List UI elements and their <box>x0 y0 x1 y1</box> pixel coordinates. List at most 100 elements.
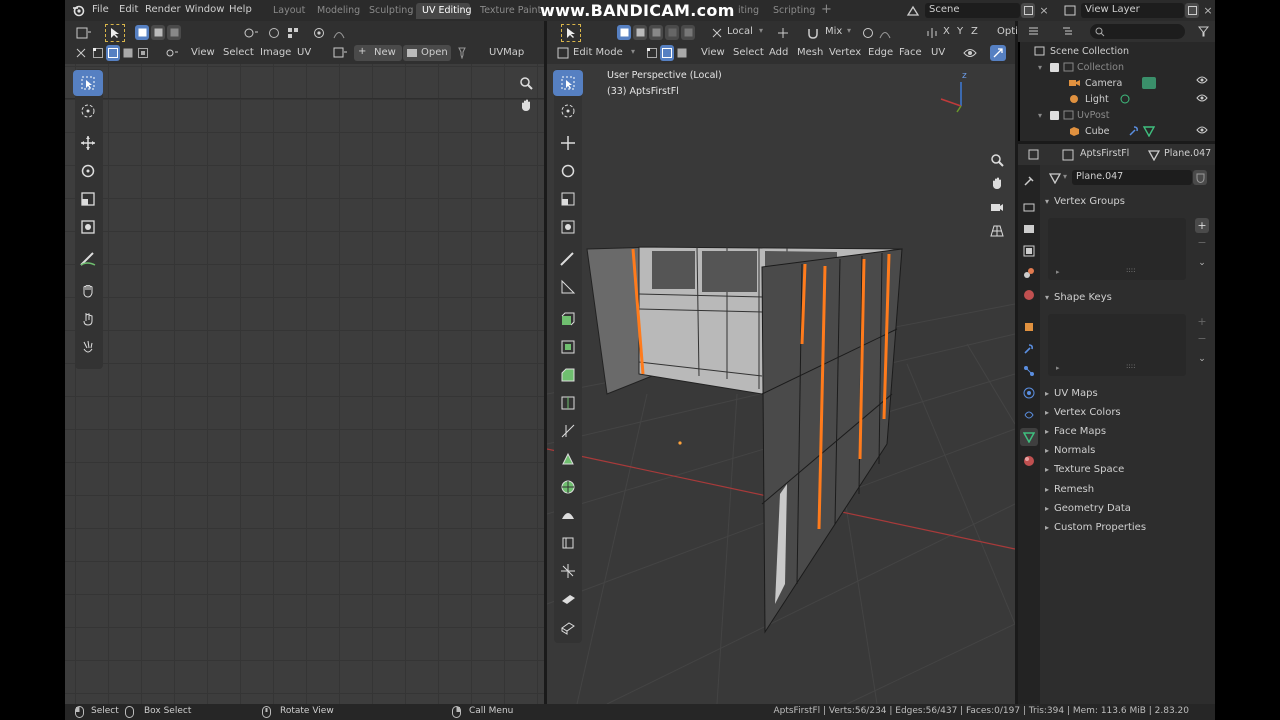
eye-icon-camera[interactable] <box>1196 76 1208 84</box>
mesh-data-tab-icon[interactable] <box>1020 428 1038 446</box>
physics-tab-icon[interactable] <box>1021 385 1037 401</box>
cursor-tool-icon[interactable] <box>74 98 102 124</box>
view-layer-icon[interactable] <box>1060 3 1080 18</box>
remove-vertex-group-icon[interactable]: − <box>1195 235 1209 250</box>
vp-transform-icon[interactable] <box>554 214 582 240</box>
vertex-groups-panel-header[interactable]: ▾ Vertex Groups <box>1040 192 1215 211</box>
view-layer-selector[interactable]: View Layer <box>1081 3 1184 18</box>
tab-modeling[interactable]: Modeling <box>317 5 360 16</box>
remove-scene-icon[interactable]: × <box>1037 3 1051 18</box>
edge-select-mode-icon[interactable] <box>660 45 674 61</box>
uv-vertex-mode-icon[interactable] <box>91 45 105 61</box>
pivot-point-icon[interactable] <box>775 25 791 41</box>
proportional-icon[interactable] <box>860 25 876 41</box>
mirror-x[interactable]: X <box>943 26 950 37</box>
knife-icon[interactable] <box>554 418 582 444</box>
vp-rotate-icon[interactable] <box>554 158 582 184</box>
uv-menu-view[interactable]: View <box>191 47 215 58</box>
vp-move-icon[interactable] <box>554 130 582 156</box>
custom-properties-panel-header[interactable]: ▸ Custom Properties <box>1040 518 1215 537</box>
tab-partial[interactable]: iting <box>738 5 759 16</box>
orientation-icon[interactable] <box>709 25 725 41</box>
scale-tool-icon[interactable] <box>74 186 102 212</box>
spin-icon[interactable] <box>554 474 582 500</box>
new-view-layer-icon[interactable] <box>1185 3 1199 18</box>
sk-resize-grip-icon[interactable]: :::: <box>1126 362 1135 370</box>
extrude-region-icon[interactable] <box>554 306 582 332</box>
add-shape-key-icon[interactable]: + <box>1195 314 1209 329</box>
uv-edge-mode-icon[interactable] <box>106 45 120 61</box>
pivot-icon[interactable] <box>240 25 262 41</box>
vp-zoom-icon[interactable] <box>987 150 1007 170</box>
shape-keys-list[interactable]: ▸ :::: <box>1048 314 1186 376</box>
add-vertex-group-icon[interactable]: + <box>1195 218 1209 233</box>
smooth-icon[interactable] <box>554 502 582 528</box>
shape-keys-panel-header[interactable]: ▾ Shape Keys <box>1040 288 1215 307</box>
vp-menu-face[interactable]: Face <box>899 47 922 58</box>
pinch-tool-icon[interactable] <box>74 334 102 360</box>
remove-view-layer-icon[interactable]: × <box>1201 3 1215 18</box>
vp-menu-mesh[interactable]: Mesh <box>797 47 823 58</box>
geometry-data-panel-header[interactable]: ▸ Geometry Data <box>1040 499 1215 518</box>
vp-cursor-icon[interactable] <box>554 98 582 124</box>
outliner-row-camera[interactable]: Camera <box>1068 75 1157 91</box>
mesh-datablock-field[interactable]: Plane.047 <box>1072 170 1192 185</box>
poly-build-icon[interactable] <box>554 446 582 472</box>
vertex-colors-panel-header[interactable]: ▸ Vertex Colors <box>1040 403 1215 422</box>
falloff-icon[interactable] <box>329 25 351 41</box>
list-filter-arrow-icon[interactable]: ▸ <box>1056 268 1060 276</box>
list-resize-grip-icon[interactable]: :::: <box>1126 266 1135 274</box>
wrench-modifier-icon[interactable] <box>1128 125 1140 137</box>
datablock-dropdown-icon[interactable]: ▾ <box>1063 172 1067 181</box>
texture-space-panel-header[interactable]: ▸ Texture Space <box>1040 460 1215 479</box>
vertex-groups-list[interactable]: ▸ :::: <box>1048 218 1186 280</box>
outliner-editor-type-icon[interactable] <box>1024 24 1046 39</box>
annotate-tool-icon[interactable] <box>74 246 102 272</box>
proportional-editing-icon[interactable] <box>311 25 327 41</box>
vp-select-invert-icon[interactable] <box>665 25 679 40</box>
new-image-button[interactable]: + New <box>354 45 402 61</box>
sticky-select-icon[interactable] <box>161 45 183 61</box>
menu-render[interactable]: Render <box>145 4 181 15</box>
pan-hand-icon[interactable] <box>517 96 535 114</box>
face-select-mode-icon[interactable] <box>675 45 689 61</box>
menu-window[interactable]: Window <box>185 4 224 15</box>
menu-edit[interactable]: Edit <box>119 4 138 15</box>
select-mode-subtract-icon[interactable] <box>167 25 181 40</box>
3d-viewport[interactable]: z User Perspective (Local) (33) AptsFirs… <box>547 64 1015 704</box>
mode-dropdown-icon[interactable]: ▾ <box>631 47 635 56</box>
vp-select-set-icon[interactable] <box>617 25 631 40</box>
snap-magnet-icon[interactable] <box>805 25 821 41</box>
vp-annotate-icon[interactable] <box>554 246 582 272</box>
eye-icon-light[interactable] <box>1196 94 1208 102</box>
move-tool-icon[interactable] <box>74 130 102 156</box>
tab-layout[interactable]: Layout <box>273 5 305 16</box>
world-tab-icon[interactable] <box>1021 287 1037 303</box>
visibility-icon[interactable] <box>959 45 981 61</box>
sk-filter-arrow-icon[interactable]: ▸ <box>1056 364 1060 372</box>
mirror-z[interactable]: Z <box>971 26 978 37</box>
display-mode-icon[interactable] <box>1058 24 1080 39</box>
add-workspace-icon[interactable]: + <box>821 2 832 17</box>
blender-logo-icon[interactable] <box>71 3 85 17</box>
vp-select-intersect-icon[interactable] <box>681 25 695 40</box>
uv-menu-image[interactable]: Image <box>260 47 291 58</box>
face-maps-panel-header[interactable]: ▸ Face Maps <box>1040 422 1215 441</box>
uv-face-mode-icon[interactable] <box>121 45 135 61</box>
tab-uv-editing-bg[interactable]: UV Editing <box>416 3 472 19</box>
mirror-y[interactable]: Y <box>957 26 963 37</box>
remesh-panel-header[interactable]: ▸ Remesh <box>1040 480 1215 499</box>
orientation-dropdown-icon[interactable]: ▾ <box>759 26 763 35</box>
rip-region-icon[interactable] <box>554 614 582 640</box>
sync-selection-icon[interactable] <box>266 25 282 41</box>
tab-texture-paint[interactable]: Texture Paint <box>480 5 541 16</box>
shear-icon[interactable] <box>554 586 582 612</box>
render-tab-icon[interactable] <box>1021 199 1037 215</box>
tool-tab-icon[interactable] <box>1021 173 1037 189</box>
zoom-icon[interactable] <box>517 74 535 92</box>
pin-icon[interactable] <box>455 45 469 61</box>
filter-icon[interactable] <box>1194 24 1212 39</box>
outliner-row-collection[interactable]: ▾ Collection <box>1038 59 1124 75</box>
expand-arrow-icon[interactable]: ▾ <box>1038 63 1050 72</box>
shape-key-specials-icon[interactable]: ⌄ <box>1195 351 1209 366</box>
